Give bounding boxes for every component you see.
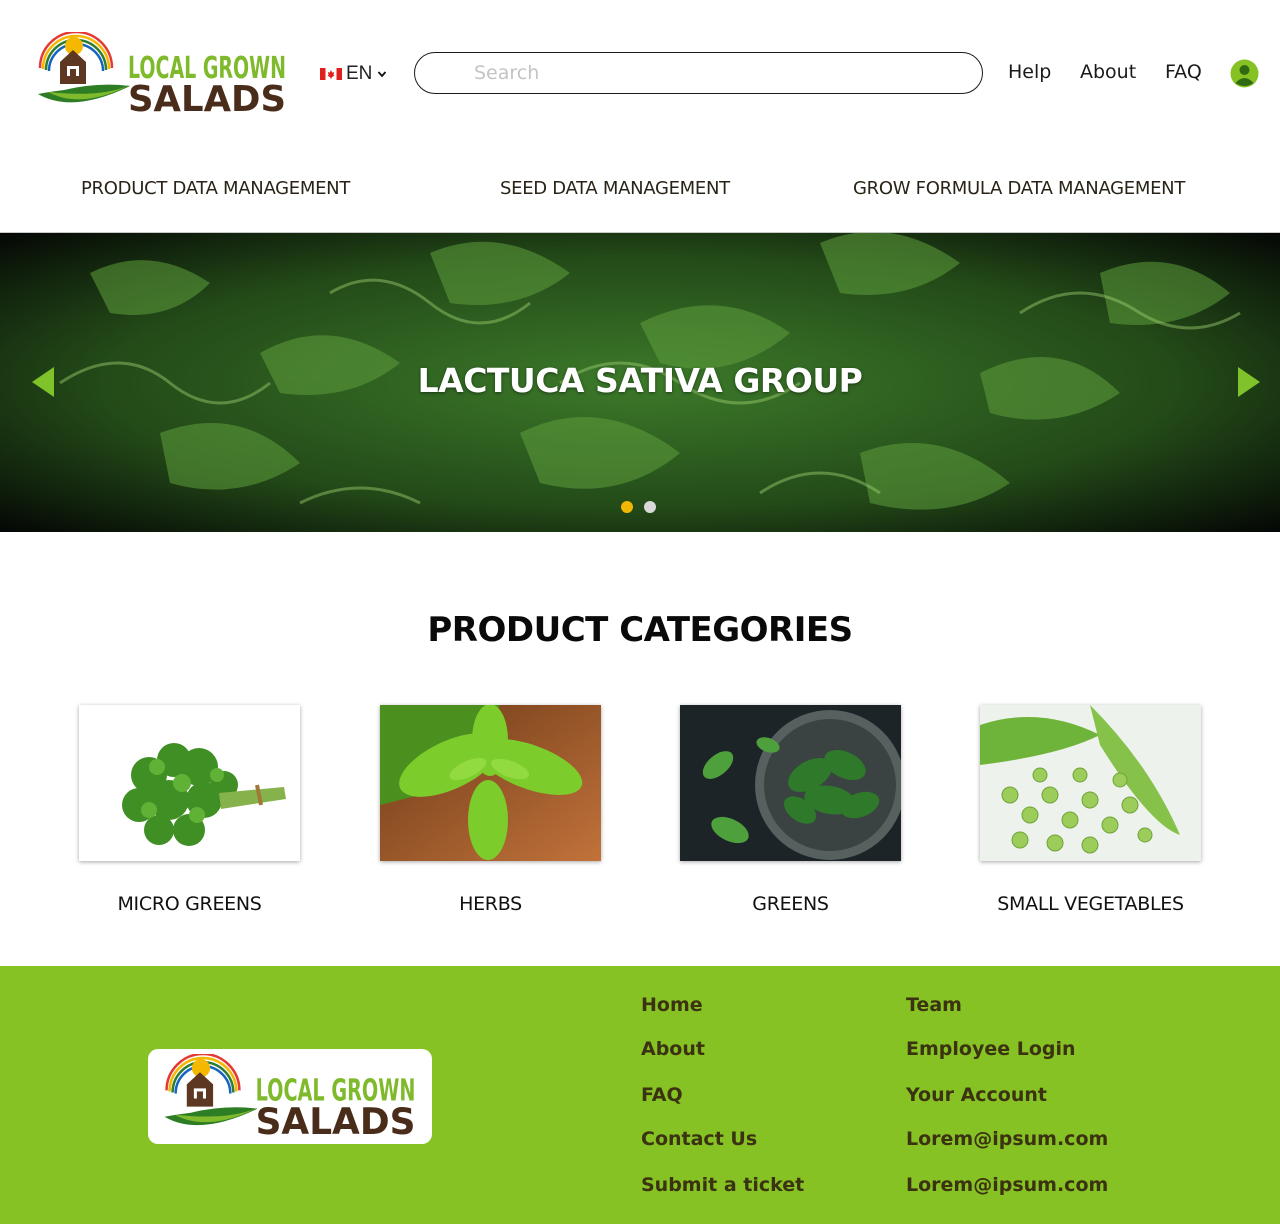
footer-logo-container: LOCAL GROWN SALADS	[148, 1049, 432, 1144]
logo-text-line2: SALADS	[128, 79, 286, 116]
language-selector[interactable]: EN	[320, 62, 387, 86]
user-avatar-icon[interactable]	[1230, 59, 1259, 88]
language-code: EN	[346, 63, 373, 84]
spinach-colander-image	[680, 705, 901, 861]
category-label: SMALL VEGETABLES	[997, 893, 1184, 915]
hero-title: LACTUCA SATIVA GROUP	[417, 361, 863, 400]
category-label: HERBS	[459, 893, 522, 915]
product-categories-title: PRODUCT CATEGORIES	[427, 610, 853, 650]
nav-seed-data-management[interactable]: SEED DATA MANAGEMENT	[500, 178, 730, 199]
carousel-prev-arrow[interactable]	[30, 365, 56, 399]
site-footer: LOCAL GROWN SALADS Home About FAQ Contac…	[0, 966, 1280, 1224]
about-link[interactable]: About	[1080, 61, 1136, 83]
category-card-micro-greens[interactable]: MICRO GREENS	[79, 705, 300, 915]
footer-link-about[interactable]: About	[641, 1038, 705, 1060]
site-header: LOCAL GROWN SALADS EN Help About FAQ	[0, 0, 1280, 150]
footer-link-faq[interactable]: FAQ	[641, 1084, 683, 1106]
category-card-greens[interactable]: GREENS	[680, 705, 901, 915]
canada-flag-icon	[320, 68, 342, 80]
help-link[interactable]: Help	[1008, 61, 1051, 83]
green-peas-image	[980, 705, 1201, 861]
carousel-dot-1-active[interactable]	[621, 501, 633, 513]
footer-email-link-1[interactable]: Lorem@ipsum.com	[906, 1128, 1108, 1150]
footer-link-home[interactable]: Home	[641, 994, 703, 1016]
nav-product-data-management[interactable]: PRODUCT DATA MANAGEMENT	[81, 178, 350, 199]
footer-logo[interactable]: LOCAL GROWN SALADS	[160, 1054, 420, 1139]
footer-link-team[interactable]: Team	[906, 994, 962, 1016]
category-nav: PRODUCT DATA MANAGEMENT SEED DATA MANAGE…	[0, 150, 1280, 233]
category-card-small-vegetables[interactable]: SMALL VEGETABLES	[980, 705, 1201, 915]
footer-email-link-2[interactable]: Lorem@ipsum.com	[906, 1174, 1108, 1196]
category-card-herbs[interactable]: HERBS	[380, 705, 601, 915]
carousel-next-arrow[interactable]	[1236, 365, 1262, 399]
site-logo[interactable]: LOCAL GROWN SALADS	[34, 32, 290, 116]
category-label: MICRO GREENS	[117, 893, 262, 915]
category-label: GREENS	[752, 893, 829, 915]
search-input[interactable]	[414, 52, 983, 94]
basil-plant-image	[380, 705, 601, 861]
carousel-dots	[621, 501, 656, 513]
footer-link-your-account[interactable]: Your Account	[906, 1084, 1047, 1106]
footer-link-employee-login[interactable]: Employee Login	[906, 1038, 1076, 1060]
hero-carousel: LACTUCA SATIVA GROUP	[0, 233, 1280, 532]
chevron-down-icon	[378, 71, 387, 78]
parsley-bunch-image	[79, 705, 300, 861]
faq-link[interactable]: FAQ	[1165, 61, 1202, 83]
footer-link-contact-us[interactable]: Contact Us	[641, 1128, 757, 1150]
footer-logo-text-line2: SALADS	[256, 1100, 416, 1139]
nav-grow-formula-data-management[interactable]: GROW FORMULA DATA MANAGEMENT	[853, 178, 1185, 199]
carousel-dot-2[interactable]	[644, 501, 656, 513]
footer-link-submit-ticket[interactable]: Submit a ticket	[641, 1174, 804, 1196]
